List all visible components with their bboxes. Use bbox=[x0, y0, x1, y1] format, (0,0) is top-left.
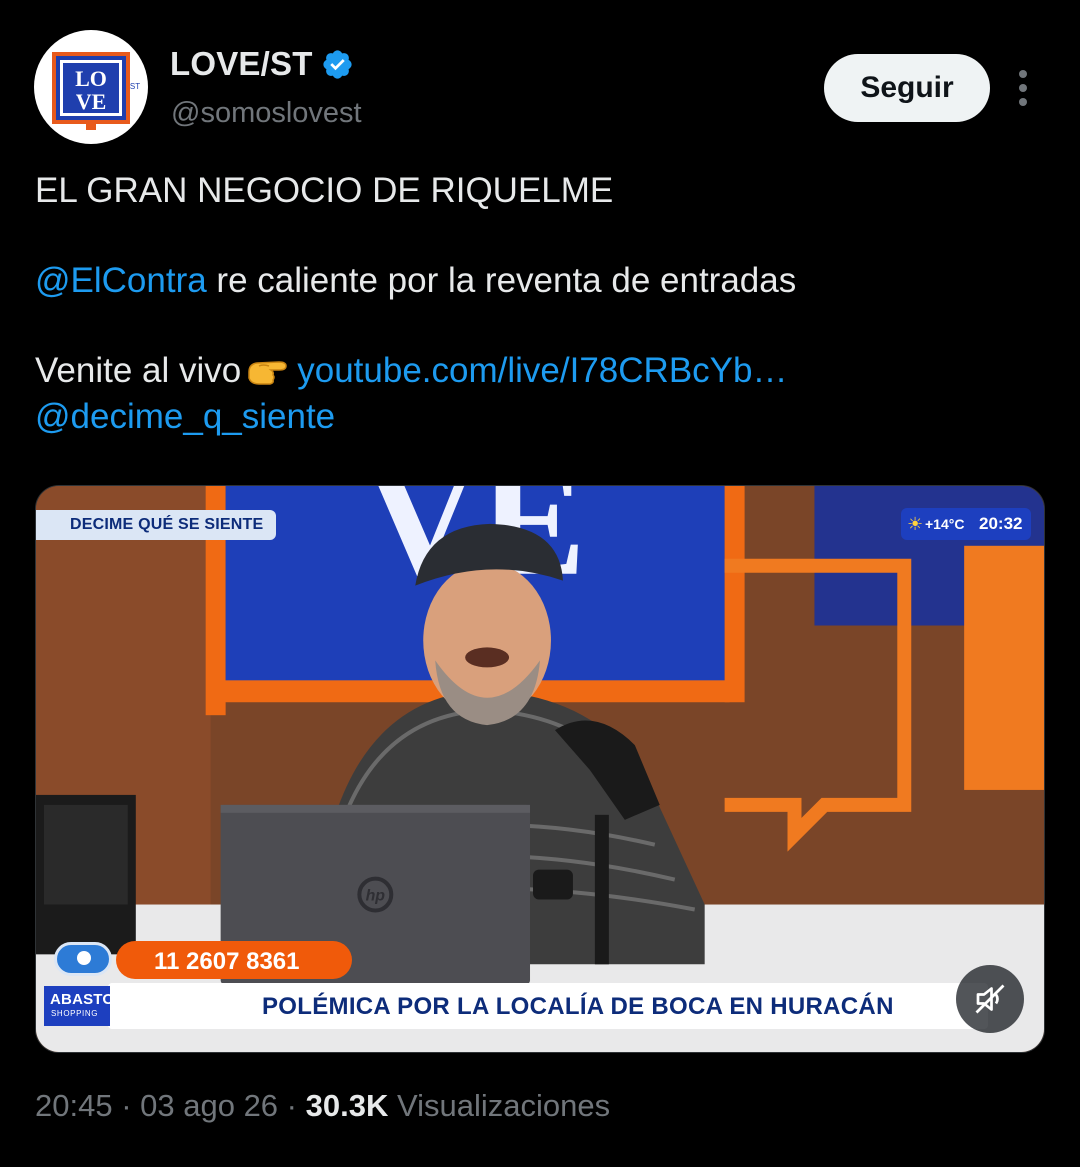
whatsapp-icon bbox=[54, 942, 112, 976]
tweet-meta: 20:45 · 03 ago 26 · 30.3K Visualizacione… bbox=[35, 1088, 610, 1124]
sponsor-line-2: SHOPPING bbox=[51, 1009, 99, 1018]
meta-separator: · bbox=[278, 1088, 306, 1123]
verified-badge-icon[interactable] bbox=[321, 48, 354, 81]
follow-button[interactable]: Seguir bbox=[824, 54, 990, 122]
more-dot bbox=[1019, 84, 1027, 92]
avatar-text-bottom: VE bbox=[76, 89, 107, 114]
view-label: Visualizaciones bbox=[388, 1088, 611, 1123]
avatar-text-top: LO bbox=[75, 66, 107, 91]
tweet-line-3-text: Venite al vivo bbox=[35, 351, 242, 390]
tweet-time[interactable]: 20:45 bbox=[35, 1088, 113, 1123]
meta-separator: · bbox=[112, 1088, 141, 1123]
view-count: 30.3K bbox=[305, 1088, 389, 1123]
sponsor-line-1: ABASTO bbox=[50, 991, 115, 1008]
tweet-text: EL GRAN NEGOCIO DE RIQUELME @ElContra re… bbox=[35, 168, 1045, 440]
sun-cloud-icon: ☀ bbox=[907, 514, 924, 534]
more-dot bbox=[1019, 98, 1027, 106]
show-name-banner: DECIME QUÉ SE SIENTE bbox=[36, 510, 276, 540]
mention-elcontra[interactable]: @ElContra bbox=[35, 261, 207, 300]
headline-lower-third: POLÉMICA POR LA LOCALÍA DE BOCA EN HURAC… bbox=[108, 983, 988, 1029]
laptop-logo: hp bbox=[366, 888, 386, 905]
pointing-right-hand-icon bbox=[245, 352, 291, 388]
phone-number-pill: 11 2607 8361 bbox=[116, 941, 352, 979]
more-options-icon[interactable] bbox=[1005, 66, 1041, 110]
muted-speaker-icon[interactable] bbox=[956, 965, 1024, 1033]
tweet-video[interactable]: VE hp DECIME QUÉ SE SIENTE ☀ +14°C 20:32… bbox=[35, 485, 1045, 1053]
youtube-live-link[interactable]: youtube.com/live/I78CRBcYb… bbox=[297, 351, 787, 390]
show-name-text: DECIME QUÉ SE SIENTE bbox=[70, 516, 264, 533]
tweet-date[interactable]: 03 ago 26 bbox=[140, 1088, 278, 1123]
tweet-header: LO VE ST LOVE/ST @somoslovest Seguir bbox=[0, 0, 1080, 150]
avatar-superscript: ST bbox=[130, 82, 140, 91]
more-dot bbox=[1019, 70, 1027, 78]
tweet-line-2-text: re caliente por la reventa de entradas bbox=[206, 261, 797, 300]
love-st-logo: LO VE ST bbox=[52, 52, 140, 130]
headline-text: POLÉMICA POR LA LOCALÍA DE BOCA EN HURAC… bbox=[262, 993, 894, 1020]
sponsor-logo: ABASTO SHOPPING bbox=[44, 986, 114, 1026]
author-display-name[interactable]: LOVE/ST bbox=[170, 45, 313, 83]
tweet-line-2: @ElContra re caliente por la reventa de … bbox=[35, 258, 1045, 304]
broadcast-clock: 20:32 bbox=[979, 514, 1023, 533]
mention-decime-q-siente[interactable]: @decime_q_siente bbox=[35, 394, 1045, 440]
tweet-line-3: Venite al vivo youtube.com/live/I78CRBcY… bbox=[35, 348, 1045, 394]
author-avatar[interactable]: LO VE ST bbox=[34, 30, 148, 144]
author-name-row: LOVE/ST bbox=[170, 45, 354, 83]
author-handle[interactable]: @somoslovest bbox=[171, 97, 362, 130]
tweet-headline: EL GRAN NEGOCIO DE RIQUELME bbox=[35, 171, 614, 210]
phone-number: 11 2607 8361 bbox=[154, 948, 300, 975]
weather-temperature: +14°C bbox=[925, 516, 965, 532]
weather-clock-widget: ☀ +14°C 20:32 bbox=[901, 508, 1031, 540]
